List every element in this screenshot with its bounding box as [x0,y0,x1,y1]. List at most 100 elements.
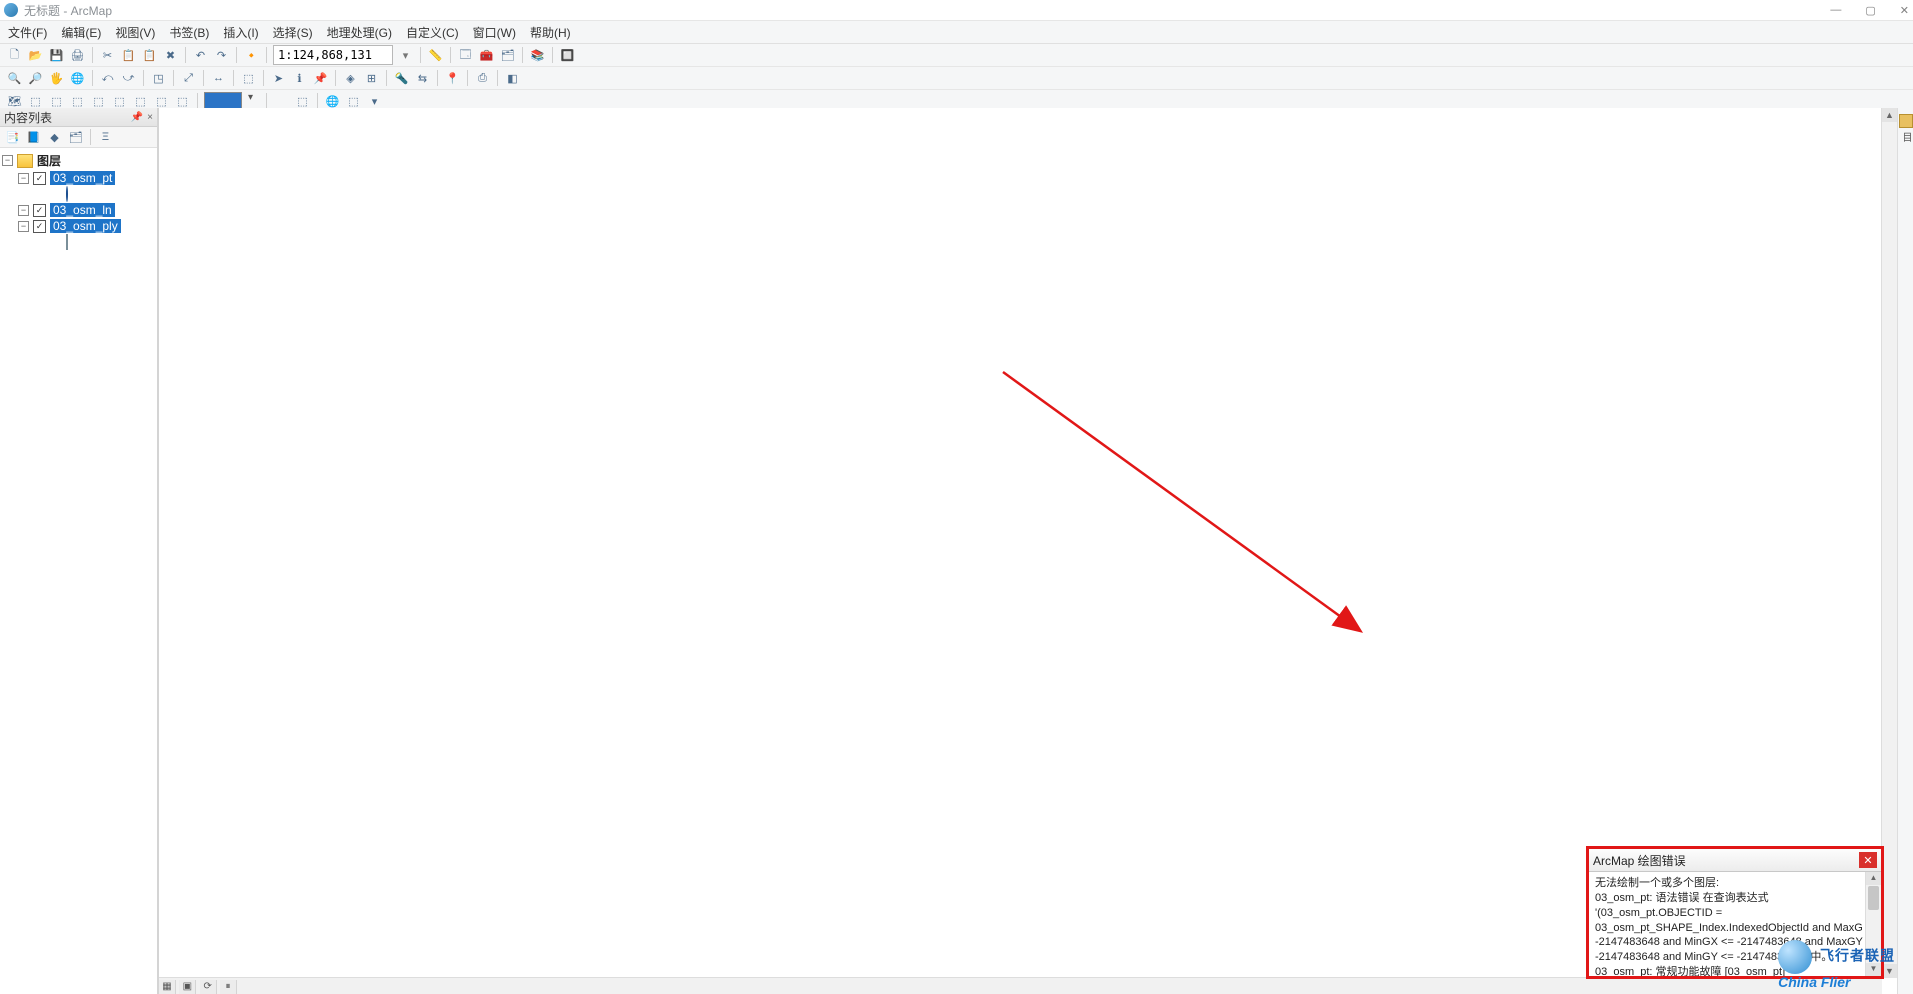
menu-window[interactable]: 窗口(W) [473,24,516,41]
error-popup-close-button[interactable]: ✕ [1859,852,1877,868]
tool-icon[interactable]: ⬚ [174,93,191,110]
maximize-button[interactable]: ▢ [1865,4,1875,17]
menu-help[interactable]: 帮助(H) [530,24,571,41]
tool-icon[interactable] [273,93,290,110]
identify-icon[interactable]: ℹ [291,70,308,87]
map-display[interactable]: ArcMap 绘图错误 ✕ 无法绘制一个或多个图层: 03_osm_pt: 语法… [158,108,1897,994]
menu-file[interactable]: 文件(F) [8,24,47,41]
expand-icon[interactable]: − [18,173,29,184]
tool-icon[interactable]: ⬚ [69,93,86,110]
expand-icon[interactable]: − [18,205,29,216]
editor-toolbar-icon[interactable]: 📏 [427,47,444,64]
close-button[interactable]: ✕ [1900,4,1909,17]
tool-icon[interactable]: 📍 [444,70,461,87]
layer-item[interactable]: − 03_osm_ln [18,203,155,217]
prev-extent-icon[interactable]: ⤺ [99,70,116,87]
menu-view[interactable]: 视图(V) [115,24,155,41]
catalog-tab-label[interactable]: 目 [1898,132,1913,142]
layer-item[interactable]: − 03_osm_pt [18,171,155,201]
minimize-button[interactable]: — [1830,4,1841,16]
pin-icon[interactable]: 📌 [312,70,329,87]
scroll-up-icon[interactable]: ▲ [1882,108,1897,122]
layer-visibility-checkbox[interactable] [33,172,46,185]
tool-icon[interactable]: ⬚ [294,93,311,110]
tool-icon[interactable]: ◧ [504,70,521,87]
menu-selection[interactable]: 选择(S) [273,24,313,41]
expand-icon[interactable]: − [18,221,29,232]
tool-icon[interactable]: ⬚ [27,93,44,110]
tool-icon[interactable]: ◈ [342,70,359,87]
pan-icon[interactable]: 🖐 [48,70,65,87]
tool-icon[interactable]: 🧰 [478,47,495,64]
toc-list-by-drawing-icon[interactable]: 📑 [4,129,21,146]
toc-list-by-selection-icon[interactable]: 🗂 [67,129,84,146]
tool-icon[interactable]: ⬚ [153,93,170,110]
tool-icon[interactable]: 🗂 [499,47,516,64]
print-icon[interactable]: 🖨 [69,47,86,64]
redo-icon[interactable]: ↷ [213,47,230,64]
tool-icon[interactable]: ⊞ [363,70,380,87]
menu-customize[interactable]: 自定义(C) [406,24,459,41]
layout-view-button[interactable]: ▣ [179,980,196,994]
toc-pin-icon[interactable]: 📌 [131,112,143,123]
undo-icon[interactable]: ↶ [192,47,209,64]
menu-geoprocessing[interactable]: 地理处理(G) [327,24,392,41]
expand-icon[interactable]: − [2,155,13,166]
layer-visibility-checkbox[interactable] [33,204,46,217]
full-extent-icon[interactable]: 🌐 [69,70,86,87]
polygon-symbol-icon[interactable] [66,234,68,250]
tool-icon[interactable]: ⬚ [90,93,107,110]
zoom-out-icon[interactable]: 🔎 [27,70,44,87]
map-vertical-scrollbar[interactable]: ▲ ▼ [1881,108,1897,978]
tool-icon[interactable]: ⬚ [240,70,257,87]
copy-icon[interactable]: 📋 [120,47,137,64]
find-icon[interactable]: 🔦 [393,70,410,87]
layer-name[interactable]: 03_osm_ply [50,219,121,233]
toc-list-by-source-icon[interactable]: 📘 [25,129,42,146]
menu-insert[interactable]: 插入(I) [223,24,258,41]
tool-icon[interactable]: ⤢ [180,70,197,87]
tool-icon[interactable]: ⬚ [48,93,65,110]
tool-icon[interactable]: ⬚ [111,93,128,110]
toc-options-icon[interactable]: Ξ [97,129,114,146]
catalog-tab-icon[interactable] [1899,114,1913,128]
tool-icon[interactable]: ▾ [366,93,383,110]
toc-list-by-visibility-icon[interactable]: ◆ [46,129,63,146]
tool-icon[interactable]: 🔲 [559,47,576,64]
cut-icon[interactable]: ✂ [99,47,116,64]
delete-icon[interactable]: ✖ [162,47,179,64]
tool-icon[interactable]: 🗺 [6,93,23,110]
scroll-thumb[interactable] [1868,886,1879,910]
data-view-button[interactable]: ▦ [159,980,176,994]
toc-close-icon[interactable]: × [147,112,153,123]
zoom-in-icon[interactable]: 🔍 [6,70,23,87]
catalog-icon[interactable]: 📚 [529,47,546,64]
layer-name[interactable]: 03_osm_ln [50,203,115,217]
menu-edit[interactable]: 编辑(E) [61,24,101,41]
add-data-icon[interactable]: 🔸 [243,47,260,64]
menu-bookmarks[interactable]: 书签(B) [169,24,209,41]
map-scale-input[interactable] [273,45,393,65]
point-symbol-icon[interactable] [66,186,68,202]
save-icon[interactable]: 💾 [48,47,65,64]
layer-visibility-checkbox[interactable] [33,220,46,233]
tool-icon[interactable]: ◳ [150,70,167,87]
select-element-icon[interactable]: ➤ [270,70,287,87]
tool-icon[interactable]: 🌐 [324,93,341,110]
tool-icon[interactable]: ⬚ [345,93,362,110]
layer-name[interactable]: 03_osm_pt [50,171,115,185]
error-popup-titlebar[interactable]: ArcMap 绘图错误 ✕ [1589,849,1881,872]
layer-item[interactable]: − 03_osm_ply [18,219,155,249]
new-icon[interactable]: 🗋 [6,47,23,64]
tool-icon[interactable]: 🗔 [457,47,474,64]
refresh-button[interactable]: ⟳ [200,980,217,994]
paste-icon[interactable]: 📋 [141,47,158,64]
open-icon[interactable]: 📂 [27,47,44,64]
toc-root[interactable]: − 图层 [2,152,155,169]
right-dock-strip[interactable]: 目 [1897,108,1913,994]
tool-icon[interactable]: ⎙ [474,70,491,87]
pause-drawing-button[interactable]: ⏸ [220,980,237,994]
tool-icon[interactable]: ⬚ [132,93,149,110]
next-extent-icon[interactable]: ⤻ [120,70,137,87]
scroll-up-icon[interactable]: ▲ [1866,872,1881,885]
